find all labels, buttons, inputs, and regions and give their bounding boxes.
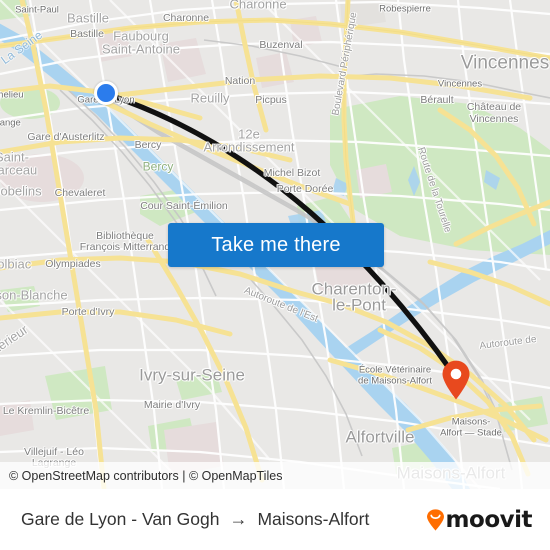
destination-marker-pin[interactable] (441, 360, 471, 400)
osm-attribution-link[interactable]: © OpenStreetMap contributors (9, 469, 179, 483)
cta-label: Take me there (211, 233, 341, 256)
map-canvas[interactable]: Saint-Paul Bastille Charonne Charonne Robesp… (0, 0, 550, 489)
route-destination-label: Maisons-Alfort (257, 509, 370, 529)
arrow-right-icon: → (229, 509, 248, 529)
openmaptiles-attribution-link[interactable]: © OpenMapTiles (189, 469, 283, 483)
attribution-text: © OpenStreetMap contributors | © OpenMap… (9, 469, 282, 483)
moovit-logo[interactable]: moovit (426, 506, 533, 533)
origin-marker-dot[interactable] (94, 81, 118, 105)
moovit-wordmark: moovit (445, 506, 533, 533)
attribution-separator: | (182, 468, 186, 483)
route-summary: Gare de Lyon - Van Gogh → Maisons-Alfort (21, 509, 369, 530)
footer-bar: Gare de Lyon - Van Gogh → Maisons-Alfort… (0, 489, 550, 550)
take-me-there-button[interactable]: Take me there (168, 223, 384, 267)
moovit-trip-screenshot: Saint-Paul Bastille Charonne Charonne Robesp… (0, 0, 550, 550)
map-attribution-bar: © OpenStreetMap contributors | © OpenMap… (0, 462, 550, 489)
moovit-pin-icon (426, 508, 445, 531)
route-origin-label: Gare de Lyon - Van Gogh (21, 509, 220, 529)
